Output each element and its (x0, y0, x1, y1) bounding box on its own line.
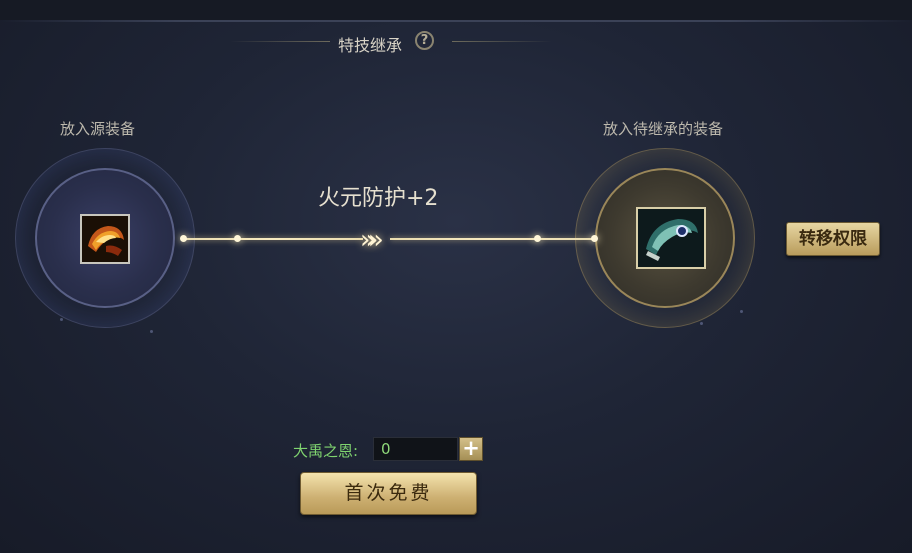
target-item[interactable] (636, 207, 706, 269)
target-slot-label: 放入待继承的装备 (603, 120, 724, 138)
transfer-arrow-icon: »» (360, 225, 384, 255)
grace-label: 大禹之恩: (293, 442, 359, 460)
source-item[interactable] (80, 214, 130, 264)
skill-name: 火元防护+2 (318, 186, 439, 211)
add-grace-button[interactable]: + (459, 437, 483, 461)
top-bar (0, 0, 912, 20)
decor-star (700, 322, 703, 325)
transfer-line-left (183, 238, 363, 240)
decor-star (150, 330, 153, 333)
fire-helmet-icon (82, 216, 128, 262)
help-icon[interactable]: ? (415, 31, 434, 50)
title-divider-right (452, 41, 552, 42)
grace-amount-field[interactable]: 0 (373, 437, 458, 461)
line-node (234, 235, 241, 242)
transfer-permission-button[interactable]: 转移权限 (786, 222, 880, 256)
line-node (591, 235, 598, 242)
panel-edge (0, 20, 912, 22)
panel-title: 特技继承 (338, 36, 403, 55)
title-divider-left (230, 41, 330, 42)
jade-armor-icon (638, 209, 704, 267)
source-slot-label: 放入源装备 (60, 120, 136, 138)
line-node (534, 235, 541, 242)
line-node (180, 235, 187, 242)
transfer-line-right (390, 238, 595, 240)
decor-star (740, 310, 743, 313)
panel-header: 特技继承 ? (0, 28, 912, 56)
decor-star (60, 318, 63, 321)
first-free-button[interactable]: 首次免费 (300, 472, 477, 515)
